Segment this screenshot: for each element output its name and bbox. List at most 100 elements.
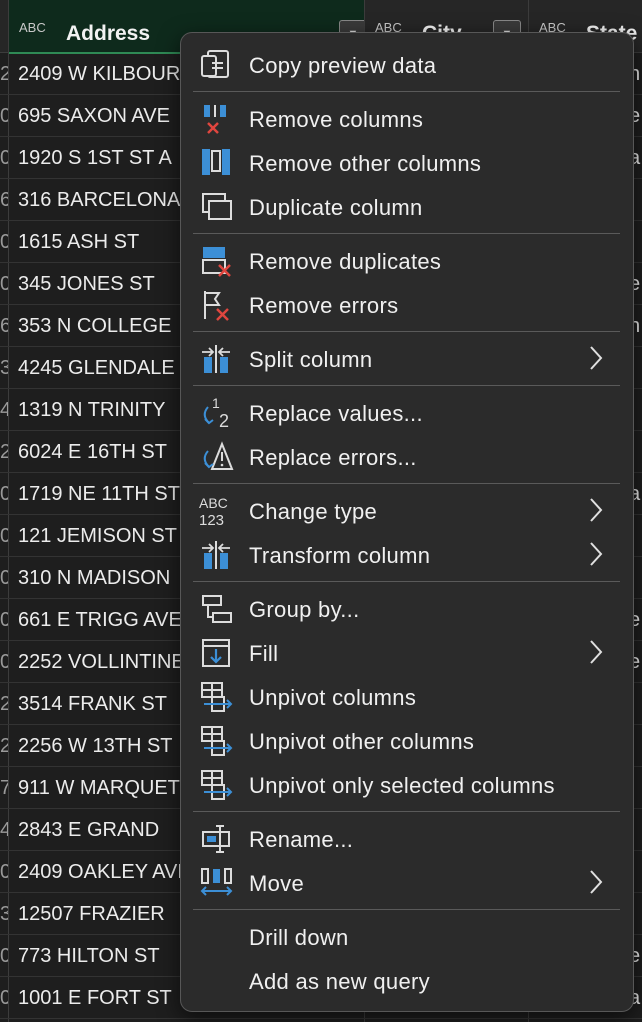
duplicate-icon <box>199 191 235 223</box>
address-cell[interactable]: 773 HILTON ST <box>18 945 188 968</box>
row-number: 0 <box>0 609 8 631</box>
menu-separator <box>193 483 620 484</box>
row-number: 0 <box>0 231 8 253</box>
row-number: 0 <box>0 273 8 295</box>
unpivot-icon <box>199 725 235 757</box>
row-number: 2 <box>0 441 8 463</box>
address-cell[interactable]: 353 N COLLEGE <box>18 315 188 338</box>
address-cell[interactable]: 1319 N TRINITY <box>18 399 188 422</box>
copy-icon <box>199 49 235 81</box>
menu-item-label: Remove columns <box>249 107 424 132</box>
row-number: 3 <box>0 903 8 925</box>
menu-item-label: Split column <box>249 347 373 372</box>
menu-separator <box>193 581 620 582</box>
menu-item-label: Unpivot other columns <box>249 729 475 754</box>
row-number: 4 <box>0 819 8 841</box>
address-cell[interactable]: 345 JONES ST <box>18 273 188 296</box>
address-cell[interactable]: 3514 FRANK ST <box>18 693 188 716</box>
chevron-right-icon <box>589 869 603 895</box>
icon-text: 1 <box>212 397 220 411</box>
chevron-right-icon <box>589 541 603 567</box>
row-number: 0 <box>0 987 8 1009</box>
unpivot-icon <box>199 769 235 801</box>
menu-item-add-as-new-query[interactable]: Add as new query <box>181 959 633 1003</box>
menu-separator <box>193 331 620 332</box>
address-cell[interactable]: 661 E TRIGG AVE <box>18 609 188 632</box>
menu-item-label: Change type <box>249 499 378 524</box>
row-number: 6 <box>0 315 8 337</box>
menu-item-replace-errors[interactable]: Replace errors... <box>181 435 633 479</box>
address-cell[interactable]: 1001 E FORT ST <box>18 987 188 1010</box>
menu-item-label: Unpivot columns <box>249 685 417 710</box>
address-cell[interactable]: 2252 VOLLINTINE <box>18 651 188 674</box>
unpivot-icon <box>199 681 235 713</box>
row-number: 4 <box>0 399 8 421</box>
menu-item-drill-down[interactable]: Drill down <box>181 915 633 959</box>
menu-item-replace-values[interactable]: 1 2 Replace values... <box>181 391 633 435</box>
address-cell[interactable]: 310 N MADISON <box>18 567 188 590</box>
address-cell[interactable]: 2409 W KILBOURN <box>18 63 188 86</box>
remove-other-columns-icon <box>199 147 235 179</box>
remove-duplicates-icon <box>199 245 235 277</box>
menu-item-label: Group by... <box>249 597 360 622</box>
menu-item-copy-preview-data[interactable]: Copy preview data <box>181 43 633 87</box>
menu-item-label: Rename... <box>249 827 354 852</box>
menu-separator <box>193 233 620 234</box>
row-number: 0 <box>0 861 8 883</box>
change-type-icon: ABC 123 <box>199 495 235 529</box>
row-number: 0 <box>0 147 8 169</box>
text-type-icon[interactable]: ABC <box>19 20 46 35</box>
menu-item-label: Remove errors <box>249 293 399 318</box>
address-cell[interactable]: 12507 FRAZIER <box>18 903 188 926</box>
column-context-menu: Copy preview data Remove columns Remove ot… <box>180 32 634 1012</box>
row-number: 3 <box>0 357 8 379</box>
address-cell[interactable]: 911 W MARQUETTE <box>18 777 188 800</box>
row-number: 2 <box>0 693 8 715</box>
menu-item-label: Replace values... <box>249 401 423 426</box>
menu-item-label: Replace errors... <box>249 445 417 470</box>
menu-item-change-type[interactable]: ABC 123 Change type <box>181 489 633 533</box>
chevron-right-icon <box>589 497 603 523</box>
row-number: 2 <box>0 63 8 85</box>
rename-icon <box>199 823 235 855</box>
icon-text: 2 <box>219 411 229 429</box>
menu-item-transform-column[interactable]: Transform column <box>181 533 633 577</box>
menu-item-remove-duplicates[interactable]: Remove duplicates <box>181 239 633 283</box>
menu-item-remove-other-columns[interactable]: Remove other columns <box>181 141 633 185</box>
row-number: 0 <box>0 567 8 589</box>
address-cell[interactable]: 316 BARCELONA <box>18 189 188 212</box>
menu-item-fill[interactable]: Fill <box>181 631 633 675</box>
row-number: 6 <box>0 189 8 211</box>
row-number: 2 <box>0 735 8 757</box>
address-cell[interactable]: 2843 E GRAND <box>18 819 188 842</box>
menu-separator <box>193 811 620 812</box>
address-cell[interactable]: 1615 ASH ST <box>18 231 188 254</box>
address-cell[interactable]: 2256 W 13TH ST <box>18 735 188 758</box>
address-cell[interactable]: 4245 GLENDALE <box>18 357 188 380</box>
menu-item-group-by[interactable]: Group by... <box>181 587 633 631</box>
menu-item-move[interactable]: Move <box>181 861 633 905</box>
menu-item-rename[interactable]: Rename... <box>181 817 633 861</box>
remove-columns-icon <box>199 103 235 135</box>
menu-item-label: Unpivot only selected columns <box>249 773 555 798</box>
address-cell[interactable]: 121 JEMISON ST <box>18 525 188 548</box>
menu-item-split-column[interactable]: Split column <box>181 337 633 381</box>
address-cell[interactable]: 1719 NE 11TH ST <box>18 483 188 506</box>
menu-item-unpivot-only-selected-columns[interactable]: Unpivot only selected columns <box>181 763 633 807</box>
menu-item-duplicate-column[interactable]: Duplicate column <box>181 185 633 229</box>
menu-item-remove-errors[interactable]: Remove errors <box>181 283 633 327</box>
menu-item-unpivot-other-columns[interactable]: Unpivot other columns <box>181 719 633 763</box>
replace-values-icon: 12 <box>199 395 235 431</box>
menu-item-label: Drill down <box>249 925 349 950</box>
row-number: 0 <box>0 651 8 673</box>
row-number: 0 <box>0 483 8 505</box>
chevron-right-icon <box>589 639 603 665</box>
transform-column-icon <box>199 539 235 571</box>
menu-item-remove-columns[interactable]: Remove columns <box>181 97 633 141</box>
row-number: 0 <box>0 105 8 127</box>
menu-item-unpivot-columns[interactable]: Unpivot columns <box>181 675 633 719</box>
address-cell[interactable]: 6024 E 16TH ST <box>18 441 188 464</box>
address-cell[interactable]: 2409 OAKLEY AVE <box>18 861 188 884</box>
address-cell[interactable]: 1920 S 1ST ST A <box>18 147 188 170</box>
address-cell[interactable]: 695 SAXON AVE <box>18 105 188 128</box>
